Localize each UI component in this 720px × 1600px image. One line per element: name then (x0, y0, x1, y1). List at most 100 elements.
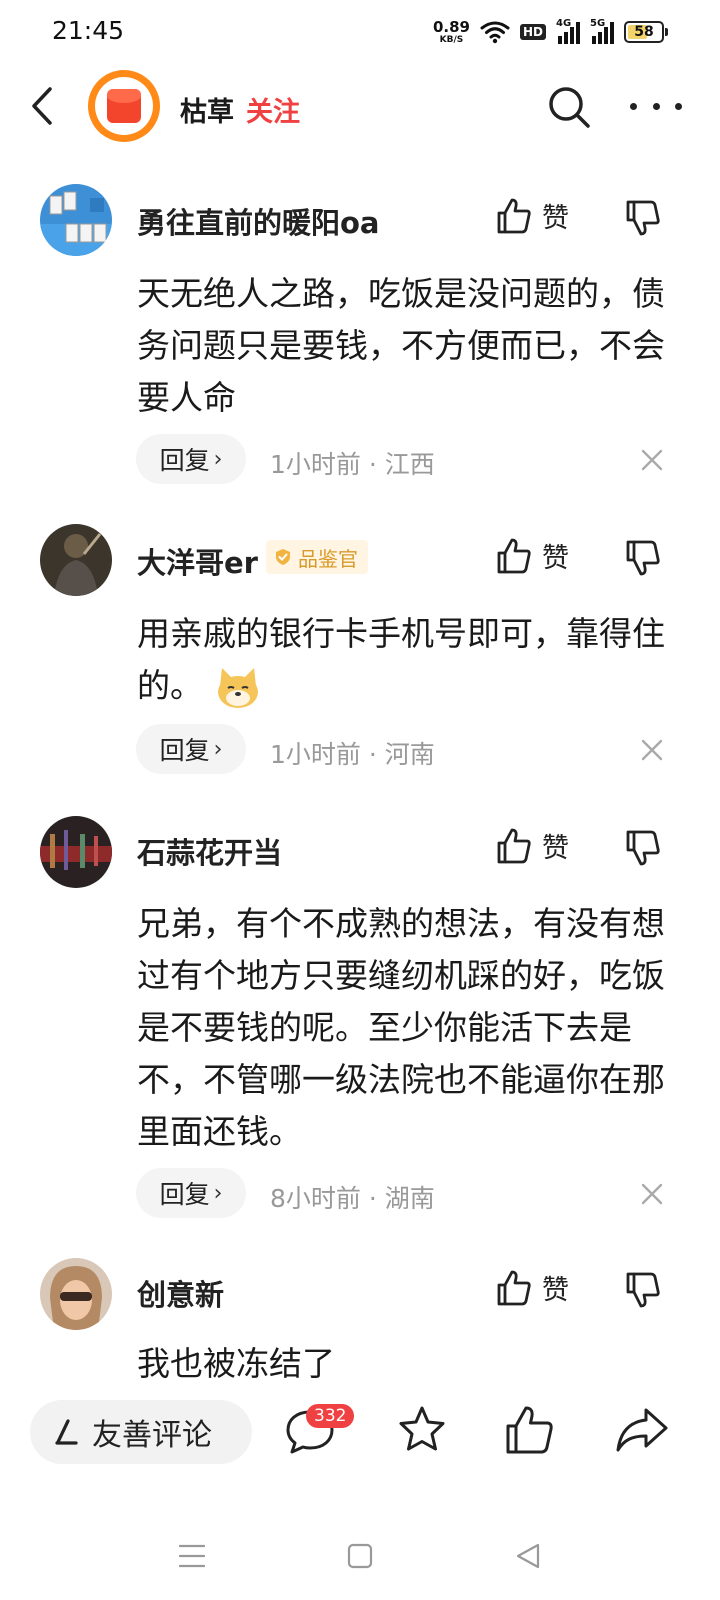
thumb-up-icon (497, 198, 531, 233)
favorite-button[interactable] (394, 1402, 450, 1458)
like-button[interactable]: 赞 (496, 826, 569, 865)
close-icon (641, 739, 663, 761)
thumb-up-icon (497, 828, 531, 863)
reply-label: 回复 (159, 446, 210, 475)
reply-label: 回复 (159, 1180, 210, 1209)
dismiss-button[interactable] (640, 448, 664, 472)
thumb-down-icon (626, 1272, 660, 1308)
thumb-up-icon (506, 1406, 553, 1454)
reply-label: 回复 (159, 736, 210, 765)
signal-4g-icon: 4G (556, 18, 580, 44)
close-icon (641, 1183, 663, 1205)
comment-input-placeholder: 友善评论 (92, 1418, 212, 1453)
like-label: 赞 (542, 1275, 569, 1306)
menu-icon (178, 1544, 206, 1568)
home-square-icon (347, 1543, 373, 1569)
net-speed-value: 0.89 (432, 17, 470, 36)
commenter-name[interactable]: 大洋哥er (137, 540, 258, 582)
dismiss-button[interactable] (640, 738, 664, 762)
dislike-button[interactable] (624, 198, 664, 238)
comment-meta: 8小时前 · 湖南 (270, 1184, 435, 1213)
commenter-name[interactable]: 创意新 (137, 1272, 224, 1314)
comment-text: 兄弟，有个不成熟的想法，有没有想过有个地方只要缝纫机踩的好，吃饭是不要钱的呢。至… (137, 904, 665, 1151)
back-nav-button[interactable] (512, 1540, 544, 1572)
comment-text: 我也被冻结了 (137, 1344, 335, 1383)
share-button[interactable] (614, 1402, 670, 1458)
commenter-avatar[interactable] (40, 816, 112, 888)
battery-icon: 58 (624, 21, 668, 43)
thumb-up-icon (497, 1270, 531, 1305)
system-navigation-bar (0, 1500, 720, 1600)
home-nav-button[interactable] (344, 1540, 376, 1572)
search-icon (549, 87, 590, 128)
thumb-down-icon (626, 200, 660, 236)
chevron-right-icon: › (213, 736, 223, 762)
back-triangle-icon (516, 1543, 540, 1569)
red-envelope-icon (107, 89, 141, 123)
bottom-action-bar: 友善评论 332 (0, 1386, 720, 1482)
chevron-right-icon: › (213, 1180, 223, 1206)
warrior-avatar-image (40, 524, 112, 596)
author-name[interactable]: 枯草 (180, 90, 234, 129)
dismiss-button[interactable] (640, 1182, 664, 1206)
signal-5g-icon: 5G (590, 18, 614, 44)
chevron-right-icon: › (213, 446, 223, 472)
like-label: 赞 (542, 203, 569, 234)
comment-meta: 1小时前 · 江西 (270, 450, 435, 479)
menu-nav-button[interactable] (176, 1540, 208, 1572)
commenter-avatar[interactable] (40, 524, 112, 596)
hd-voice-badge: HD (519, 24, 546, 40)
status-time: 21:45 (52, 16, 125, 45)
verified-badge-icon (276, 549, 290, 565)
like-button[interactable]: 赞 (496, 536, 569, 575)
like-label: 赞 (542, 833, 569, 864)
status-icons: 0.89 KB/S HD 4G 5G 58 (433, 18, 668, 46)
signal-5g-label: 5G (590, 18, 606, 29)
more-button[interactable] (630, 86, 682, 126)
share-icon (616, 1408, 668, 1452)
like-article-button[interactable] (502, 1402, 558, 1458)
article-header: 枯草 关注 (0, 64, 720, 152)
close-icon (641, 449, 663, 471)
badge-label: 品鉴官 (298, 546, 358, 571)
author-avatar[interactable] (88, 70, 160, 142)
battery-level: 58 (634, 24, 654, 40)
dislike-button[interactable] (624, 1270, 664, 1310)
reply-button[interactable]: 回复 › (136, 724, 246, 774)
star-icon (399, 1406, 445, 1451)
comment-text: 用亲戚的银行卡手机号即可，靠得住的。 (137, 608, 677, 712)
commenter-name[interactable]: 勇往直前的暖阳oa (137, 200, 380, 242)
comment-count-badge: 332 (306, 1404, 355, 1428)
commenter-name[interactable]: 石蒜花开当 (137, 830, 282, 872)
mahjong-avatar-image (40, 184, 112, 256)
back-arrow-icon (32, 87, 52, 125)
comment-text: 天无绝人之路，吃饭是没问题的，债务问题只是要钱，不方便而已，不会要人命 (137, 274, 665, 417)
like-button[interactable]: 赞 (496, 196, 569, 235)
like-label: 赞 (542, 543, 569, 574)
thumb-down-icon (626, 830, 660, 866)
like-button[interactable]: 赞 (496, 1268, 569, 1307)
reply-button[interactable]: 回复 › (136, 434, 246, 484)
thumb-up-icon (497, 538, 531, 573)
commenter-avatar[interactable] (40, 184, 112, 256)
more-dots-icon (630, 102, 637, 110)
commenter-avatar[interactable] (40, 1258, 112, 1330)
net-speed: 0.89 KB/S (432, 17, 470, 45)
blurred-lights-avatar-image (40, 816, 112, 888)
thumb-down-icon (626, 540, 660, 576)
person-avatar-image (40, 1258, 112, 1330)
search-button[interactable] (546, 84, 592, 130)
dislike-button[interactable] (624, 538, 664, 578)
comment-input[interactable]: 友善评论 (30, 1400, 252, 1464)
comment-meta: 1小时前 · 河南 (270, 740, 435, 769)
net-speed-unit: KB/S (439, 34, 464, 45)
pen-icon (55, 1419, 78, 1445)
reply-button[interactable]: 回复 › (136, 1168, 246, 1218)
follow-button[interactable]: 关注 (246, 90, 300, 129)
back-button[interactable] (22, 84, 62, 128)
wifi-icon (480, 21, 510, 44)
taster-badge: 品鉴官 (266, 540, 368, 574)
dislike-button[interactable] (624, 828, 664, 868)
doge-emoji-icon (217, 667, 258, 708)
signal-4g-label: 4G (556, 18, 572, 29)
